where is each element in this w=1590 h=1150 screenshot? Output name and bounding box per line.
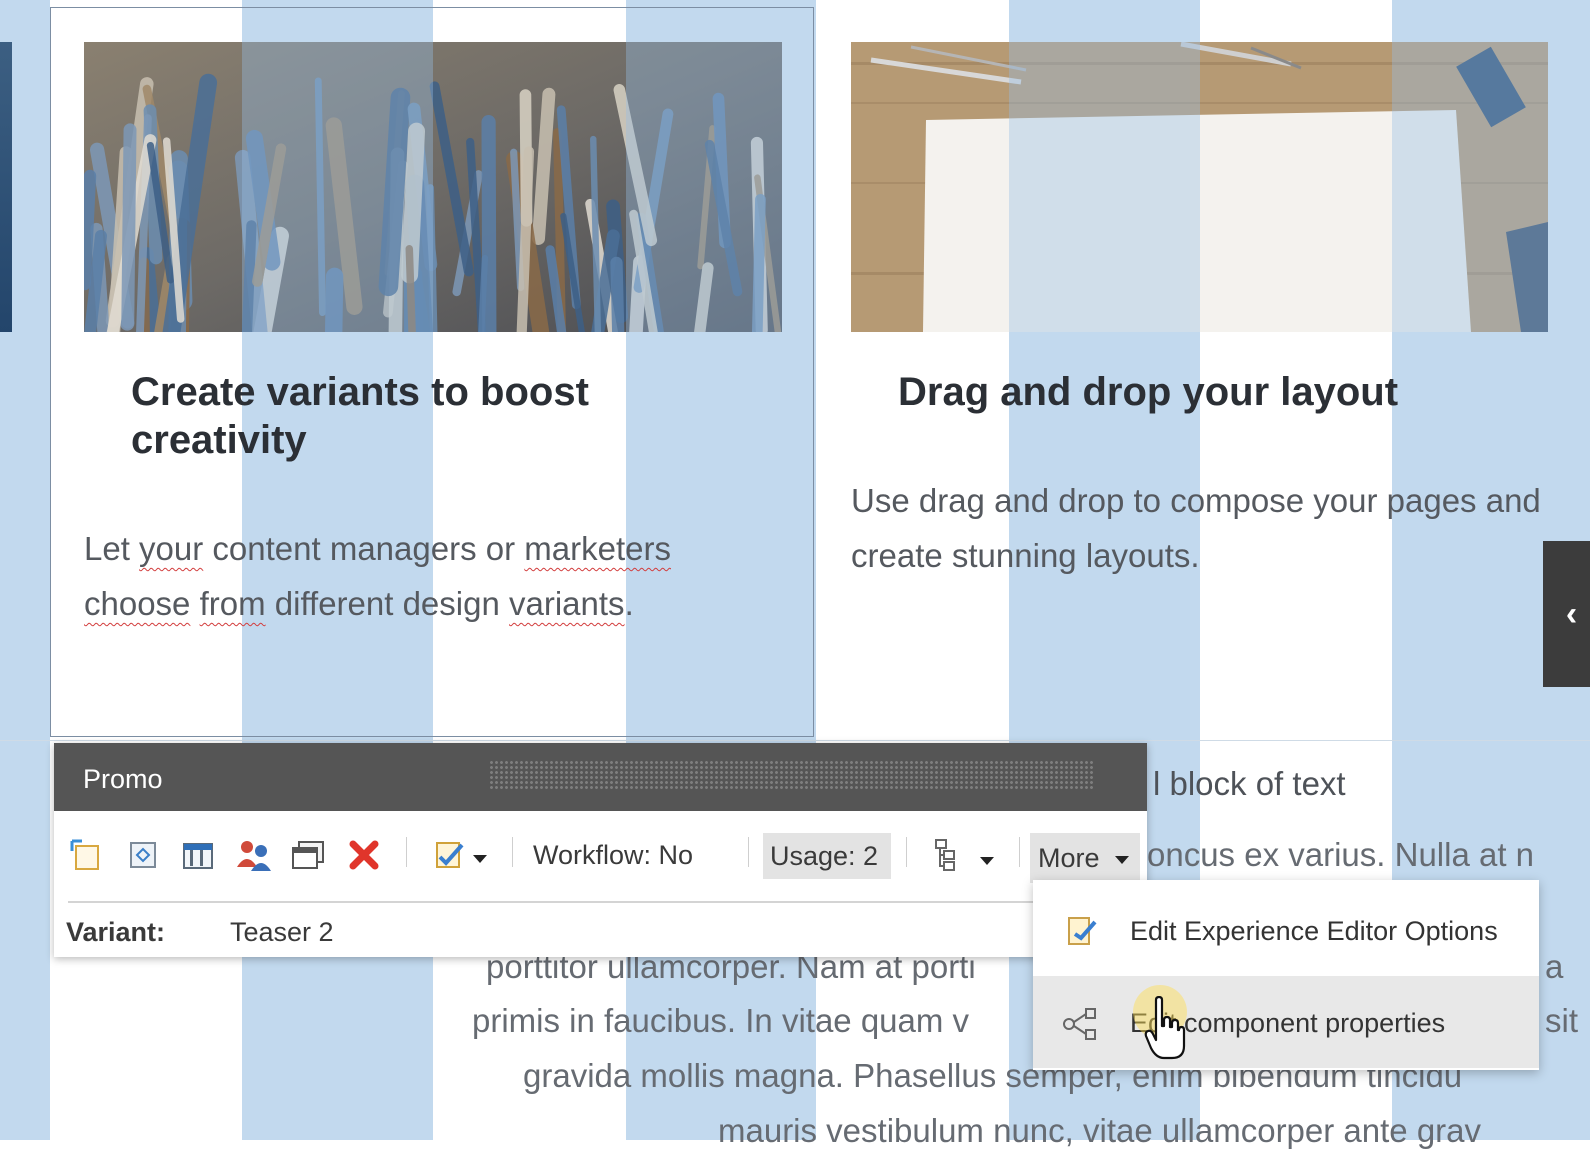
edit-field-dropdown[interactable] — [426, 835, 492, 875]
side-panel-toggle[interactable]: ‹ — [1543, 541, 1590, 687]
personalize-icon — [237, 841, 271, 871]
paragraph-line: oncus ex varius. Nulla at n — [1147, 836, 1535, 873]
change-component-icon — [130, 842, 156, 868]
selected-rendering-outline — [50, 7, 814, 737]
toolbar-separator — [1019, 837, 1020, 867]
menu-item-label: Edit component properties — [1130, 1008, 1446, 1038]
component-properties-icon — [1063, 1008, 1096, 1040]
personalize-button[interactable] — [234, 835, 274, 875]
associated-content-button[interactable] — [288, 835, 328, 875]
more-button[interactable]: More — [1030, 833, 1140, 883]
variant-value: Teaser 2 — [230, 917, 334, 947]
chevron-down-icon — [473, 855, 487, 863]
chevron-down-icon — [980, 857, 994, 865]
variant-label: Variant: — [66, 917, 166, 947]
edit-variants-button[interactable] — [178, 835, 218, 875]
chevron-down-icon — [1115, 856, 1129, 864]
menu-item-edit-component-properties[interactable]: Edit component properties — [1033, 976, 1539, 1068]
toolbar-separator — [906, 837, 907, 867]
drag-handle[interactable] — [489, 760, 1095, 790]
paragraph-line: a — [1545, 948, 1564, 985]
teaser-image-desk — [851, 42, 1548, 332]
toolbar-separator — [406, 837, 407, 867]
chrome-title: Promo — [83, 764, 163, 794]
remove-icon — [349, 840, 379, 870]
toolbar-separator — [512, 837, 513, 867]
section-heading-fragment: l block of text — [1153, 765, 1346, 802]
select-parent-button[interactable] — [66, 835, 106, 875]
more-label: More — [1038, 843, 1100, 873]
workflow-status: Workflow: No — [533, 840, 694, 870]
paragraph-line: primis in faucibus. In vitae quam v — [472, 1002, 970, 1039]
teaser-body: Use drag and drop to compose your pages … — [851, 482, 1541, 574]
chevron-left-icon: ‹ — [1565, 594, 1578, 633]
change-component-button[interactable] — [123, 835, 163, 875]
chrome-divider — [68, 901, 1068, 903]
paragraph-line: mauris vestibulum nunc, vitae ullamcorpe… — [718, 1112, 1482, 1149]
toolbar-separator — [748, 837, 749, 867]
previous-teaser-image — [0, 42, 12, 332]
edit-variants-icon — [183, 843, 213, 869]
component-tree-icon — [935, 839, 955, 871]
associated-content-icon — [292, 841, 324, 869]
usage-label: Usage: 2 — [770, 841, 879, 871]
usage-count[interactable]: Usage: 2 — [763, 833, 891, 879]
component-tree-dropdown[interactable] — [926, 835, 1006, 875]
chrome-header[interactable]: Promo — [54, 743, 1147, 811]
more-dropdown-menu: Edit Experience Editor Options Edit comp… — [1033, 880, 1539, 1070]
remove-component-button[interactable] — [344, 835, 384, 875]
edit-options-icon — [1068, 917, 1097, 945]
select-parent-icon — [70, 839, 99, 870]
content-divider — [0, 740, 1590, 741]
menu-item-edit-experience-editor-options[interactable]: Edit Experience Editor Options — [1033, 884, 1539, 976]
component-chrome: Promo Workflow: No Usage: 2 More Variant… — [54, 743, 1147, 957]
teaser-title: Drag and drop your layout — [898, 370, 1399, 414]
edit-field-icon — [436, 842, 464, 868]
menu-item-label: Edit Experience Editor Options — [1130, 916, 1498, 946]
paragraph-line: sit — [1545, 1002, 1578, 1039]
chrome-toolbar: Workflow: No Usage: 2 More — [54, 813, 1147, 901]
